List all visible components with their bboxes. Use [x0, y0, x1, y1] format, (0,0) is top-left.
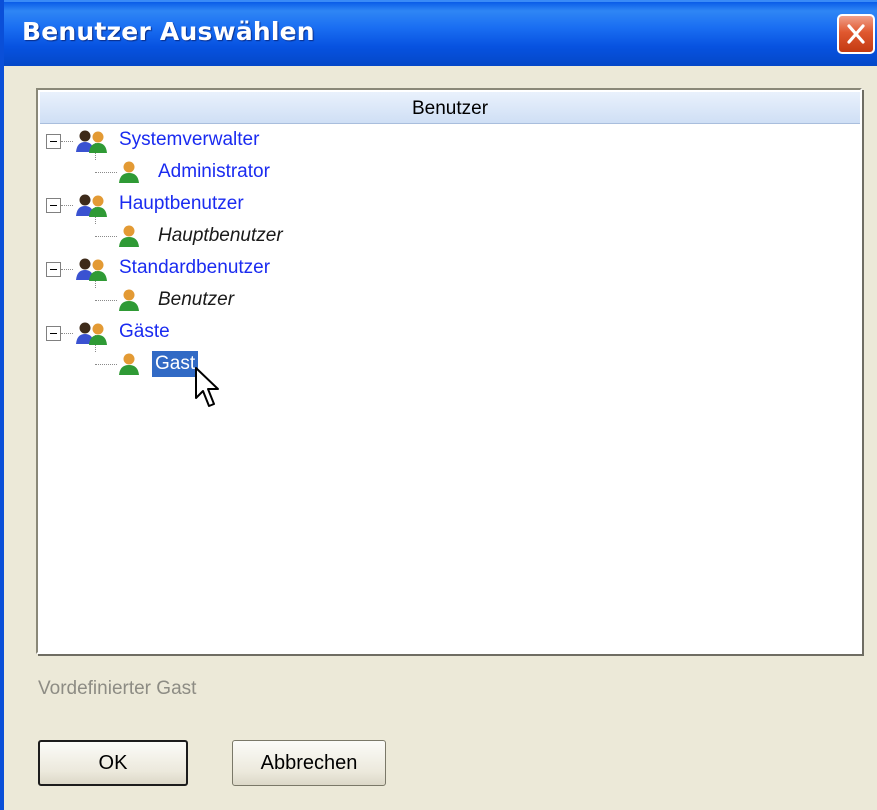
collapse-toggle[interactable]	[46, 198, 61, 213]
tree-group-hauptbenutzer[interactable]: Hauptbenutzer	[38, 190, 338, 218]
close-icon	[847, 24, 865, 44]
user-icon	[119, 161, 139, 183]
user-tree: Systemverwalter Administrator Hauptbenut…	[38, 90, 860, 652]
tree-item-administrator[interactable]: Administrator	[38, 158, 338, 186]
user-icon	[119, 225, 139, 247]
user-group-icon	[76, 258, 107, 281]
user-group-icon	[76, 322, 107, 345]
title-bar[interactable]: Benutzer Auswählen	[4, 0, 877, 66]
tree-item-gast[interactable]: Gast	[38, 350, 338, 378]
selection-description: Vordefinierter Gast	[38, 678, 197, 699]
user-icon	[119, 353, 139, 375]
collapse-toggle[interactable]	[46, 262, 61, 277]
tree-group-label[interactable]: Systemverwalter	[116, 127, 262, 153]
collapse-toggle[interactable]	[46, 326, 61, 341]
tree-group-label[interactable]: Gäste	[116, 319, 173, 345]
tree-item-label[interactable]: Administrator	[155, 159, 273, 185]
tree-item-label[interactable]: Benutzer	[155, 287, 237, 313]
tree-group-gaeste[interactable]: Gäste	[38, 318, 338, 346]
tree-item-label-selected[interactable]: Gast	[152, 351, 199, 377]
tree-group-standardbenutzer[interactable]: Standardbenutzer	[38, 254, 338, 282]
tree-item-benutzer[interactable]: Benutzer	[38, 286, 338, 314]
dialog-window: Benutzer Auswählen Benutzer Systemverwal…	[0, 0, 877, 810]
user-group-icon	[76, 130, 107, 153]
ok-button[interactable]: OK	[38, 740, 188, 786]
tree-item-label[interactable]: Hauptbenutzer	[155, 223, 286, 249]
collapse-toggle[interactable]	[46, 134, 61, 149]
user-icon	[119, 289, 139, 311]
window-title: Benutzer Auswählen	[22, 17, 315, 46]
close-button[interactable]	[837, 14, 875, 54]
user-group-icon	[76, 194, 107, 217]
tree-group-label[interactable]: Hauptbenutzer	[116, 191, 247, 217]
cancel-button[interactable]: Abbrechen	[232, 740, 386, 786]
tree-group-systemverwalter[interactable]: Systemverwalter	[38, 126, 338, 154]
user-tree-panel[interactable]: Benutzer Systemverwalter Administrator H…	[36, 88, 862, 654]
tree-item-hauptbenutzer[interactable]: Hauptbenutzer	[38, 222, 338, 250]
tree-group-label[interactable]: Standardbenutzer	[116, 255, 273, 281]
mouse-cursor-icon	[195, 367, 219, 407]
